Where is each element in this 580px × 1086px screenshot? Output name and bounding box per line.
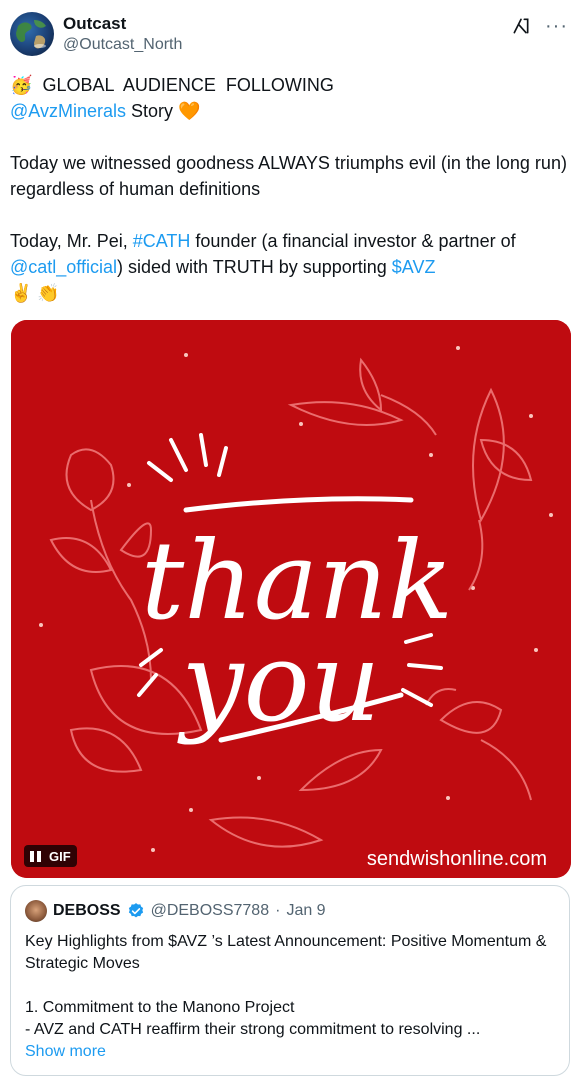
hashtag-cath[interactable]: #CATH [133,231,191,251]
headline-you: you [176,618,380,746]
tweet-line-1-text: GLOBAL AUDIENCE FOLLOWING [42,75,334,95]
earth-icon [16,20,46,49]
mention-avzminerals[interactable]: @AvzMinerals [10,101,126,121]
quoted-tweet-header: DEBOSS @DEBOSS7788 · Jan 9 [25,900,326,922]
tweet-paragraph-2: Today, Mr. Pei, #CATH founder (a financi… [10,228,575,280]
grok-icon[interactable] [511,16,531,36]
more-icon[interactable]: ··· [545,16,568,36]
show-more-link[interactable]: Show more [25,1041,555,1063]
pause-icon[interactable] [30,850,41,862]
para2-text-b: founder (a financial investor & partner … [190,231,521,251]
para2-text-a: Today, Mr. Pei, [10,231,133,251]
quoted-author-avatar [25,900,47,922]
quoted-title: Key Highlights from $AVZ ’s Latest Annou… [25,933,547,972]
tweet-line-2-text: Story [125,101,173,121]
quoted-tweet-body: Key Highlights from $AVZ ’s Latest Annou… [25,931,555,1063]
tweet-emoji-line: ✌️ 👏 [10,283,60,303]
verified-badge-icon [128,903,143,918]
quoted-tweet[interactable]: DEBOSS @DEBOSS7788 · Jan 9 Key Highlight… [10,885,570,1076]
quoted-point-2: - AVZ and CATH reaffirm their strong com… [25,1021,481,1038]
quoted-point-1: 1. Commitment to the Manono Project [25,999,295,1016]
author-avatar[interactable] [10,12,54,56]
tweet-line-2: @AvzMinerals Story 🧡 [10,98,575,124]
author-name[interactable]: Outcast [63,14,126,34]
watermark-text: sendwishonline.com [367,848,547,870]
para2-text-c: ) sided with TRUTH by supporting [117,257,392,277]
gif-controls[interactable]: GIF [24,845,77,867]
separator-dot: · [275,902,281,919]
header-actions: ··· [511,16,568,36]
quoted-author-name: DEBOSS [53,902,121,919]
tweet-paragraph-1: Today we witnessed goodness ALWAYS trium… [10,153,572,199]
quoted-tweet-date: Jan 9 [286,902,326,919]
author-handle[interactable]: @Outcast_North [63,36,182,54]
mention-catl-official[interactable]: @catl_official [10,257,117,277]
tweet-text: 🥳 GLOBAL AUDIENCE FOLLOWING @AvzMinerals… [10,72,575,306]
party-face-emoji: 🥳 [10,75,33,95]
tweet-header: Outcast @Outcast_North ··· [10,12,570,58]
tweet-line-1: 🥳 GLOBAL AUDIENCE FOLLOWING [10,72,575,98]
quoted-author-handle: @DEBOSS7788 [150,902,270,919]
orange-heart-emoji: 🧡 [178,101,201,121]
gif-label: GIF [49,848,71,864]
gif-media[interactable]: thank you sendwishonline.com GIF [11,320,571,878]
cashtag-avz[interactable]: $AVZ [392,257,436,277]
thank-you-artwork: thank you sendwishonline.com [11,320,571,878]
